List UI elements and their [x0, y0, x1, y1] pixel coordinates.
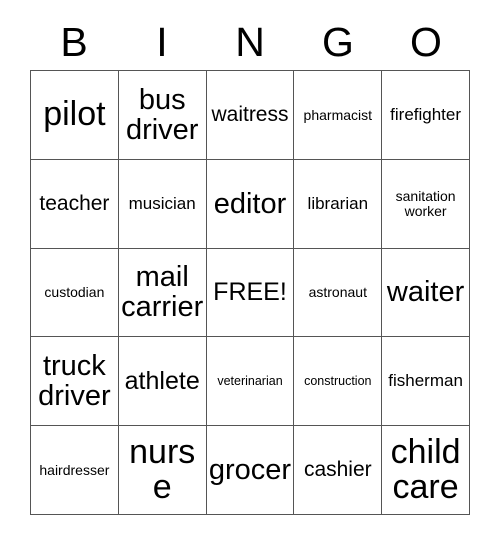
bingo-cell-label: sanitation worker	[395, 188, 456, 219]
bingo-cell-label: librarian	[307, 193, 369, 213]
header-letter-n: N	[235, 19, 265, 65]
bingo-cell[interactable]: hairdresser	[31, 426, 119, 515]
header-letter-b: B	[60, 19, 88, 65]
bingo-cell-label: astronaut	[308, 284, 367, 301]
bingo-cell-label: child care	[390, 432, 461, 507]
bingo-card: B I N G O pilot bus driver waitress pharmac…	[0, 0, 500, 544]
header-letter-o: O	[410, 19, 442, 65]
bingo-cell-label: nurse	[129, 432, 196, 507]
bingo-cell[interactable]: waitress	[206, 71, 295, 160]
bingo-grid: pilot bus driver waitress pharmacist firefig…	[30, 70, 470, 515]
bingo-cell-label: FREE!	[213, 278, 287, 307]
bingo-cell-label: truck driver	[38, 350, 111, 413]
bingo-cell[interactable]: sanitation worker	[382, 159, 470, 249]
bingo-cell[interactable]: bus driver	[118, 71, 207, 160]
header-letter-g: G	[322, 19, 354, 65]
bingo-cell-label: firefighter	[390, 105, 462, 125]
bingo-cell-label: custodian	[44, 284, 105, 301]
bingo-header: B I N G O	[30, 18, 470, 70]
bingo-cell-label: teacher	[39, 191, 110, 215]
bingo-cell-label: pharmacist	[303, 106, 373, 123]
bingo-cell[interactable]: pharmacist	[294, 71, 383, 160]
bingo-cell-label: mail carrier	[121, 261, 204, 324]
bingo-cell[interactable]: FREE!	[206, 248, 295, 338]
bingo-cell-label: waitress	[211, 102, 289, 126]
bingo-cell-label: athlete	[124, 367, 200, 396]
bingo-cell[interactable]: custodian	[31, 248, 119, 338]
bingo-cell[interactable]: librarian	[294, 159, 383, 249]
bingo-cell[interactable]: truck driver	[31, 337, 119, 427]
bingo-cell-label: bus driver	[125, 83, 199, 146]
bingo-cell[interactable]: grocer	[206, 426, 295, 515]
bingo-cell[interactable]: veterinarian	[206, 337, 295, 427]
bingo-cell[interactable]: firefighter	[382, 71, 470, 160]
bingo-cell[interactable]: astronaut	[294, 248, 383, 338]
bingo-cell-label: waiter	[386, 276, 465, 309]
bingo-cell-label: musician	[128, 193, 196, 213]
header-letter-i: I	[156, 19, 168, 65]
bingo-cell[interactable]: mail carrier	[118, 248, 207, 338]
bingo-cell-label: editor	[213, 187, 287, 220]
bingo-cell[interactable]: fisherman	[382, 337, 470, 427]
bingo-cell[interactable]: waiter	[382, 248, 470, 338]
bingo-cell[interactable]: child care	[382, 426, 470, 515]
bingo-cell-label: construction	[304, 373, 372, 388]
bingo-cell[interactable]: athlete	[118, 337, 207, 427]
bingo-cell[interactable]: musician	[118, 159, 207, 249]
bingo-cell-label: pilot	[43, 95, 106, 134]
bingo-cell[interactable]: nurse	[118, 426, 207, 515]
bingo-cell-label: grocer	[208, 454, 292, 487]
bingo-cell[interactable]: pilot	[31, 71, 119, 160]
bingo-cell-label: cashier	[303, 458, 372, 482]
bingo-cell-label: veterinarian	[217, 373, 283, 388]
bingo-cell[interactable]: teacher	[31, 159, 119, 249]
bingo-cell[interactable]: cashier	[294, 426, 383, 515]
bingo-cell[interactable]: construction	[294, 337, 383, 427]
bingo-cell-label: fisherman	[388, 371, 463, 391]
bingo-cell-label: hairdresser	[39, 461, 110, 478]
bingo-cell[interactable]: editor	[206, 159, 295, 249]
